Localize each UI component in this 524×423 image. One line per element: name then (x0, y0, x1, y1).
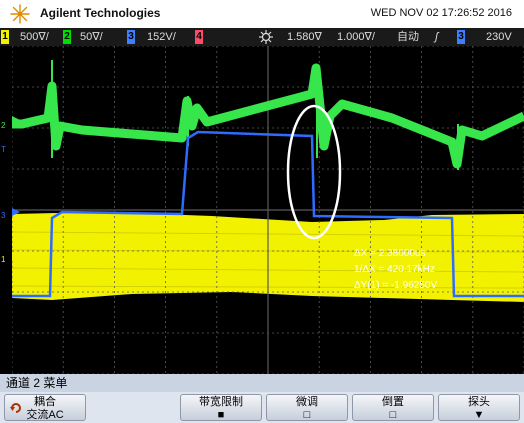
trigger-level-icon: T (1, 145, 6, 154)
channel-2-spikes (51, 60, 459, 170)
trigger-mode[interactable]: 自动 (397, 29, 419, 45)
ch3-ground-icon: 3 (1, 211, 6, 220)
measurement-delta-x: ΔX = 2.38000us (354, 248, 425, 259)
probe-label: 探头 (468, 396, 490, 408)
measurement-inv-delta-x: 1/ΔX = 420.17kHz (354, 264, 435, 275)
waveform-svg: ΔX = 2.38000us 1/ΔX = 420.17kHz ΔY(1) = … (12, 46, 524, 374)
timebase-sun-icon (259, 30, 273, 44)
fine-checkbox-icon: □ (303, 409, 311, 421)
agilent-spark-logo-icon (10, 4, 30, 24)
channel-1-scale[interactable]: 500∇/ (20, 29, 49, 45)
probe-softkey[interactable]: 探头 ▼ (438, 394, 520, 421)
left-marker-strip: 2 T 3 1 (0, 46, 12, 374)
timebase-scale[interactable]: 1.000∇/ (337, 29, 375, 45)
trigger-source[interactable]: 3 (457, 30, 465, 44)
softkey-bar: 耦合 交流AC 带宽限制 ■ 微调 □ 倒置 □ 探头 ▼ (0, 392, 524, 423)
ch1-ground-icon: 1 (1, 255, 6, 264)
graticule (12, 46, 524, 374)
brand-name: Agilent Technologies (40, 6, 161, 20)
invert-softkey[interactable]: 倒置 □ (352, 394, 434, 421)
trigger-level[interactable]: 230V (486, 29, 512, 45)
channel-1-indicator[interactable]: 1 (1, 30, 9, 44)
channel-2-indicator[interactable]: 2 (63, 30, 71, 44)
header-bar: Agilent Technologies WED NOV 02 17:26:52… (0, 0, 524, 28)
status-bar: 1 500∇/ 2 50∇/ 3 152V/ 4 1.580∇ 1.000∇/ … (0, 28, 524, 46)
channel-3-scale[interactable]: 152V/ (147, 29, 176, 45)
menu-title: 通道 2 菜单 (0, 374, 524, 392)
channel-2-scale[interactable]: 50∇/ (80, 29, 103, 45)
fine-softkey[interactable]: 微调 □ (266, 394, 348, 421)
ch2-ground-icon: 2 (1, 121, 6, 130)
oscilloscope-screen: Agilent Technologies WED NOV 02 17:26:52… (0, 0, 524, 423)
rotate-knob-icon (10, 403, 21, 413)
bw-limit-softkey[interactable]: 带宽限制 ■ (180, 394, 262, 421)
invert-label: 倒置 (382, 396, 404, 408)
trigger-slope-icon: ʃ (435, 31, 439, 43)
timebase-position[interactable]: 1.580∇ (287, 29, 322, 45)
waveform-display[interactable]: ΔX = 2.38000us 1/ΔX = 420.17kHz ΔY(1) = … (12, 46, 524, 374)
channel-4-indicator[interactable]: 4 (195, 30, 203, 44)
submenu-arrow-icon: ▼ (473, 409, 485, 421)
bw-limit-label: 带宽限制 (199, 396, 243, 408)
bw-limit-checkbox-icon: ■ (217, 409, 225, 421)
measurement-delta-y: ΔY(1) = -1.96250V (354, 280, 437, 291)
coupling-softkey[interactable]: 耦合 交流AC (4, 394, 86, 421)
channel-3-indicator[interactable]: 3 (127, 30, 135, 44)
invert-checkbox-icon: □ (389, 409, 397, 421)
date-time: WED NOV 02 17:26:52 2016 (370, 7, 512, 19)
fine-label: 微调 (296, 396, 318, 408)
